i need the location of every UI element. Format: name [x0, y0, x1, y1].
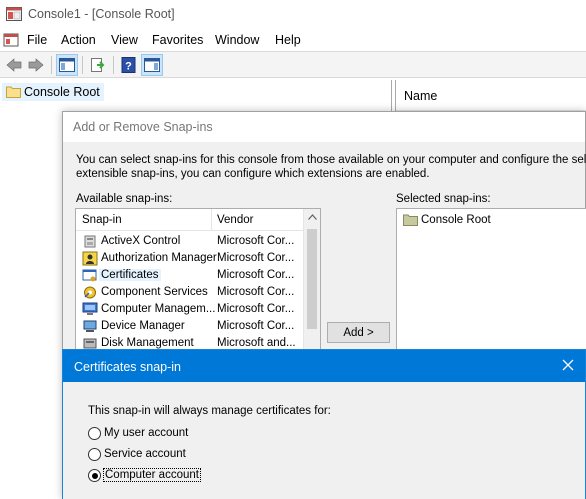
radio-circle[interactable] — [88, 448, 101, 461]
snapin-vendor: Microsoft and... — [217, 337, 296, 349]
show-hide-tree-icon[interactable] — [56, 54, 78, 76]
help-icon[interactable]: ? — [118, 54, 140, 76]
list-item[interactable]: ActiveX Control Microsoft Cor... — [76, 233, 305, 250]
menu-file[interactable]: File — [27, 33, 47, 47]
device-manager-icon — [83, 320, 97, 332]
radio-circle[interactable] — [88, 427, 101, 440]
snapin-vendor: Microsoft Cor... — [217, 303, 295, 315]
radio-circle[interactable] — [88, 469, 101, 482]
snapin-vendor: Microsoft Cor... — [217, 235, 295, 247]
toolbar-separator — [82, 56, 83, 74]
description-line-2: extensible snap-ins, you can configure w… — [76, 168, 430, 180]
list-header: Snap-in Vendor — [76, 209, 305, 231]
column-header-vendor[interactable]: Vendor — [217, 214, 253, 226]
forward-arrow-icon[interactable] — [25, 54, 47, 76]
radio-label[interactable]: Service account — [104, 448, 186, 460]
toolbar-separator — [113, 56, 114, 74]
authorization-manager-icon — [82, 251, 98, 266]
selected-snapins-list[interactable]: Console Root — [396, 208, 586, 358]
folder-icon — [403, 214, 418, 226]
add-button[interactable]: Add > — [327, 322, 390, 343]
list-item[interactable]: Certificates Microsoft Cor... — [76, 267, 305, 284]
scroll-up-arrow-icon[interactable] — [308, 214, 317, 220]
cert-dialog-title-bar[interactable]: Certificates snap-in — [63, 350, 585, 382]
show-hide-action-pane-icon[interactable] — [141, 54, 163, 76]
available-snapins-list[interactable]: Snap-in Vendor ActiveX Control Microsoft… — [75, 208, 321, 358]
window-title: Console1 - [Console Root] — [28, 7, 175, 21]
column-separator — [211, 209, 212, 231]
snapin-name: Component Services — [101, 286, 208, 298]
description-line-1: You can select snap-ins for this console… — [76, 154, 586, 166]
menu-bar: File Action View Favorites Window Help — [0, 30, 586, 50]
radio-selected-dot — [91, 472, 98, 479]
folder-icon — [6, 86, 21, 98]
menu-favorites[interactable]: Favorites — [152, 33, 203, 47]
cert-prompt: This snap-in will always manage certific… — [88, 405, 331, 417]
mmc-app-icon — [6, 7, 22, 21]
snapin-name: Authorization Manager — [101, 252, 217, 264]
radio-label[interactable]: My user account — [104, 427, 188, 439]
cert-dialog-title: Certificates snap-in — [74, 360, 181, 374]
column-header-name[interactable]: Name — [404, 89, 437, 103]
list-scrollbar[interactable] — [303, 209, 320, 357]
tree-item-console-root[interactable]: Console Root — [2, 83, 104, 101]
snapin-vendor: Microsoft Cor... — [217, 286, 295, 298]
scroll-thumb[interactable] — [307, 229, 317, 329]
list-item[interactable]: Device Manager Microsoft Cor... — [76, 318, 305, 335]
snapin-name: Certificates — [99, 269, 161, 281]
selected-item-console-root[interactable]: Console Root — [403, 212, 491, 228]
menu-view[interactable]: View — [111, 33, 138, 47]
available-snapins-label: Available snap-ins: — [76, 193, 173, 205]
menu-action[interactable]: Action — [61, 33, 96, 47]
title-bar: Console1 - [Console Root] — [0, 0, 586, 30]
dialog-description: You can select snap-ins for this console… — [76, 153, 586, 181]
snapin-name: Computer Managem... — [101, 303, 216, 315]
back-arrow-icon[interactable] — [3, 54, 25, 76]
list-item[interactable]: Component Services Microsoft Cor... — [76, 284, 305, 301]
snapin-name: Device Manager — [101, 320, 185, 332]
export-list-icon[interactable] — [87, 54, 109, 76]
component-services-icon — [84, 286, 96, 299]
snapin-vendor: Microsoft Cor... — [217, 320, 295, 332]
snapin-vendor: Microsoft Cor... — [217, 269, 295, 281]
snapin-vendor: Microsoft Cor... — [217, 252, 295, 264]
svg-text:?: ? — [125, 61, 132, 73]
menu-help[interactable]: Help — [275, 33, 301, 47]
computer-management-icon — [82, 302, 98, 315]
selected-item-label: Console Root — [421, 214, 491, 226]
menu-window[interactable]: Window — [215, 33, 259, 47]
dialog-title: Add or Remove Snap-ins — [73, 120, 213, 134]
toolbar-separator — [51, 56, 52, 74]
snapin-name: Disk Management — [101, 337, 194, 349]
selected-snapins-label: Selected snap-ins: — [396, 193, 491, 205]
activex-control-icon — [84, 235, 96, 248]
list-item[interactable]: Authorization Manager Microsoft Cor... — [76, 250, 305, 267]
cert-dialog-body: This snap-in will always manage certific… — [63, 382, 585, 499]
radio-label[interactable]: Computer account — [103, 468, 201, 482]
column-header-snapin[interactable]: Snap-in — [82, 214, 122, 226]
toolbar: ? — [0, 51, 586, 78]
dialog-title-bar[interactable]: Add or Remove Snap-ins — [63, 112, 585, 142]
certificates-icon — [82, 269, 97, 282]
certificates-snapin-dialog: Certificates snap-in This snap-in will a… — [62, 349, 586, 499]
console-document-icon[interactable] — [3, 32, 19, 48]
snapin-name: ActiveX Control — [101, 235, 181, 247]
close-icon[interactable] — [561, 358, 575, 372]
list-item[interactable]: Computer Managem... Microsoft Cor... — [76, 301, 305, 318]
tree-item-label: Console Root — [24, 85, 100, 99]
